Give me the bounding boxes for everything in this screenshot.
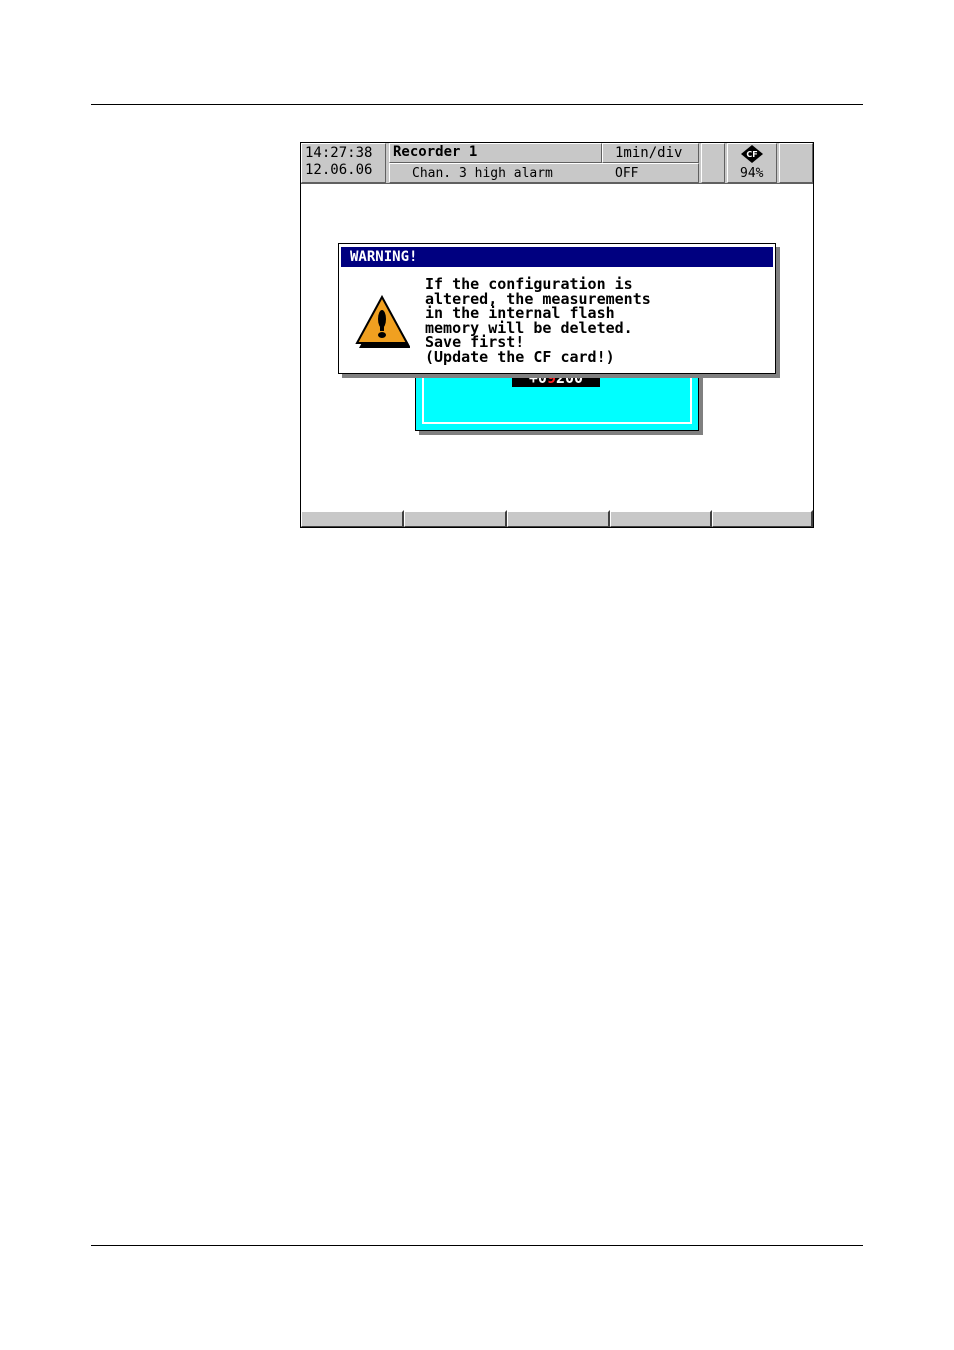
dialog-message: If the configuration is altered, the mea… (425, 275, 651, 366)
cf-card-label: CF (746, 150, 757, 159)
softkey-3[interactable] (507, 510, 610, 527)
softkey-4[interactable] (610, 510, 712, 527)
status-bar: 14:27:38 12.06.06 Recorder 1 1min/div Ch… (301, 143, 813, 184)
softkey-2[interactable] (404, 510, 507, 527)
status-text: Chan. 3 high alarm (412, 166, 553, 181)
status-value: OFF (615, 166, 639, 181)
recorder-screen: 14:27:38 12.06.06 Recorder 1 1min/div Ch… (300, 142, 814, 528)
warning-dialog: WARNING! If the configuration is altered… (338, 243, 776, 374)
header-rule (91, 104, 863, 105)
recorder-title: Recorder 1 (393, 144, 478, 160)
card-fill: 94% (740, 166, 764, 181)
clock-date: 12.06.06 (305, 162, 373, 178)
dialog-title: WARNING! (341, 247, 773, 267)
softkey-bar (301, 510, 813, 527)
warning-triangle-icon (355, 294, 410, 348)
blank-cell (701, 143, 725, 183)
softkey-1[interactable] (301, 510, 404, 527)
cf-card-icon: CF (741, 145, 763, 163)
blank-cell-right (779, 143, 813, 183)
timebase-label: 1min/div (615, 145, 683, 161)
clock-time: 14:27:38 (305, 145, 373, 161)
softkey-5[interactable] (712, 510, 813, 527)
footer-rule (91, 1245, 863, 1246)
